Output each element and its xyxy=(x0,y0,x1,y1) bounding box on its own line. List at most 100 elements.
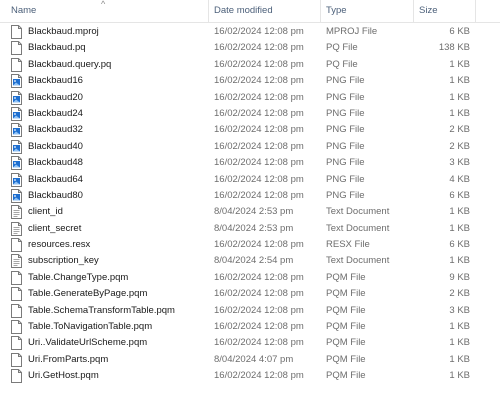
file-row[interactable]: client_secret 8/04/2024 2:53 pm Text Docum… xyxy=(0,221,500,237)
file-row[interactable]: Blackbaud.mproj 16/02/2024 12:08 pm MPROJ … xyxy=(0,24,500,40)
file-date-modified: 16/02/2024 12:08 pm xyxy=(214,107,304,119)
file-row[interactable]: Table.ChangeType.pqm 16/02/2024 12:08 pm P… xyxy=(0,270,500,286)
file-date-modified: 8/04/2024 2:53 pm xyxy=(214,206,294,218)
file-size: 2 KB xyxy=(449,140,470,152)
file-name[interactable]: Blackbaud.mproj xyxy=(28,26,99,37)
file-name[interactable]: Uri.GetHost.pqm xyxy=(28,370,99,381)
file-name[interactable]: resources.resx xyxy=(28,239,90,250)
file-row[interactable]: Uri.FromParts.pqm 8/04/2024 4:07 pm PQM Fi… xyxy=(0,352,500,368)
file-size: 4 KB xyxy=(449,173,470,185)
file-size: 1 KB xyxy=(449,337,470,349)
file-date-modified: 16/02/2024 12:08 pm xyxy=(214,337,304,349)
file-row[interactable]: Blackbaud.query.pq 16/02/2024 12:08 pm PQ … xyxy=(0,57,500,73)
file-name[interactable]: Blackbaud20 xyxy=(28,92,83,103)
file-size: 1 KB xyxy=(449,75,470,87)
file-row[interactable]: Blackbaud40 16/02/2024 12:08 pm PNG File 2 … xyxy=(0,139,500,155)
file-name[interactable]: Table.ToNavigationTable.pqm xyxy=(28,321,152,332)
file-row[interactable]: Blackbaud24 16/02/2024 12:08 pm PNG File 1 … xyxy=(0,106,500,122)
column-divider[interactable] xyxy=(413,0,414,22)
file-row[interactable]: Uri..ValidateUrlScheme.pqm 16/02/2024 12:… xyxy=(0,335,500,351)
file-type: PQM File xyxy=(326,304,366,316)
file-name[interactable]: Uri.FromParts.pqm xyxy=(28,354,108,365)
file-name[interactable]: client_secret xyxy=(28,223,81,234)
file-row[interactable]: subscription_key 8/04/2024 2:54 pm Text Do… xyxy=(0,253,500,269)
file-row[interactable]: client_id 8/04/2024 2:53 pm Text Document 1… xyxy=(0,204,500,220)
file-type: PNG File xyxy=(326,107,365,119)
file-name[interactable]: Blackbaud.pq xyxy=(28,42,86,53)
file-size: 1 KB xyxy=(449,353,470,365)
file-name[interactable]: Blackbaud16 xyxy=(28,75,83,86)
column-divider[interactable] xyxy=(208,0,209,22)
file-date-modified: 16/02/2024 12:08 pm xyxy=(214,91,304,103)
file-row[interactable]: Blackbaud80 16/02/2024 12:08 pm PNG File 6 … xyxy=(0,188,500,204)
file-size: 1 KB xyxy=(449,58,470,70)
column-header-name[interactable]: Name xyxy=(11,5,36,16)
file-size: 9 KB xyxy=(449,271,470,283)
file-name[interactable]: subscription_key xyxy=(28,255,99,266)
file-date-modified: 16/02/2024 12:08 pm xyxy=(214,189,304,201)
file-type: PQM File xyxy=(326,321,366,333)
file-row[interactable]: Blackbaud.pq 16/02/2024 12:08 pm PQ File 13… xyxy=(0,40,500,56)
file-type: PQM File xyxy=(326,337,366,349)
file-row[interactable]: Blackbaud32 16/02/2024 12:08 pm PNG File 2 … xyxy=(0,122,500,138)
file-date-modified: 16/02/2024 12:08 pm xyxy=(214,271,304,283)
file-date-modified: 16/02/2024 12:08 pm xyxy=(214,173,304,185)
file-size: 1 KB xyxy=(449,206,470,218)
file-type: PQM File xyxy=(326,271,366,283)
column-header-size[interactable]: Size xyxy=(419,5,437,16)
column-divider[interactable] xyxy=(475,0,476,22)
file-name[interactable]: Blackbaud24 xyxy=(28,108,83,119)
file-name[interactable]: Blackbaud.query.pq xyxy=(28,59,111,70)
column-header-date-modified[interactable]: Date modified xyxy=(214,5,273,16)
file-type: Text Document xyxy=(326,222,390,234)
file-type: PQM File xyxy=(326,288,366,300)
file-size: 6 KB xyxy=(449,239,470,251)
file-size: 2 KB xyxy=(449,124,470,136)
file-size: 6 KB xyxy=(449,26,470,37)
file-type: PNG File xyxy=(326,140,365,152)
file-name[interactable]: Table.GenerateByPage.pqm xyxy=(28,288,147,299)
file-type: PQ File xyxy=(326,42,358,54)
file-size: 1 KB xyxy=(449,222,470,234)
file-type: PQ File xyxy=(326,58,358,70)
file-list: Blackbaud.mproj 16/02/2024 12:08 pm MPROJ … xyxy=(0,24,500,385)
file-row[interactable]: Table.ToNavigationTable.pqm 16/02/2024 12… xyxy=(0,319,500,335)
file-type: MPROJ File xyxy=(326,26,378,37)
file-size: 138 KB xyxy=(438,42,470,54)
file-name[interactable]: Blackbaud40 xyxy=(28,141,83,152)
file-type: PQM File xyxy=(326,353,366,365)
file-name[interactable]: Table.ChangeType.pqm xyxy=(28,272,128,283)
file-row[interactable]: Blackbaud64 16/02/2024 12:08 pm PNG File 4 … xyxy=(0,172,500,188)
file-date-modified: 16/02/2024 12:08 pm xyxy=(214,157,304,169)
file-name[interactable]: Blackbaud80 xyxy=(28,190,83,201)
file-row[interactable]: Table.GenerateByPage.pqm 16/02/2024 12:08… xyxy=(0,286,500,302)
file-size: 1 KB xyxy=(449,107,470,119)
file-date-modified: 16/02/2024 12:08 pm xyxy=(214,370,304,382)
file-row[interactable]: resources.resx 16/02/2024 12:08 pm RESX Fi… xyxy=(0,237,500,253)
column-divider[interactable] xyxy=(320,0,321,22)
column-header-type[interactable]: Type xyxy=(326,5,347,16)
file-size: 1 KB xyxy=(449,370,470,382)
file-name[interactable]: Uri..ValidateUrlScheme.pqm xyxy=(28,337,147,348)
file-date-modified: 8/04/2024 4:07 pm xyxy=(214,353,294,365)
file-date-modified: 16/02/2024 12:08 pm xyxy=(214,288,304,300)
file-size: 2 KB xyxy=(449,288,470,300)
file-type: PNG File xyxy=(326,91,365,103)
file-row[interactable]: Uri.GetHost.pqm 16/02/2024 12:08 pm PQM Fi… xyxy=(0,368,500,384)
file-type: PQM File xyxy=(326,370,366,382)
file-type: Text Document xyxy=(326,206,390,218)
sort-ascending-icon: ^ xyxy=(101,0,106,9)
file-date-modified: 16/02/2024 12:08 pm xyxy=(214,42,304,54)
file-size: 1 KB xyxy=(449,91,470,103)
file-row[interactable]: Table.SchemaTransformTable.pqm 16/02/2024… xyxy=(0,303,500,319)
file-name[interactable]: Table.SchemaTransformTable.pqm xyxy=(28,305,175,316)
file-name[interactable]: Blackbaud32 xyxy=(28,124,83,135)
file-name[interactable]: Blackbaud48 xyxy=(28,157,83,168)
file-date-modified: 16/02/2024 12:08 pm xyxy=(214,321,304,333)
file-type: PNG File xyxy=(326,173,365,185)
file-name[interactable]: client_id xyxy=(28,206,63,217)
file-row[interactable]: Blackbaud20 16/02/2024 12:08 pm PNG File 1 … xyxy=(0,90,500,106)
file-row[interactable]: Blackbaud48 16/02/2024 12:08 pm PNG File 3 … xyxy=(0,155,500,171)
file-row[interactable]: Blackbaud16 16/02/2024 12:08 pm PNG File 1 … xyxy=(0,73,500,89)
file-name[interactable]: Blackbaud64 xyxy=(28,174,83,185)
